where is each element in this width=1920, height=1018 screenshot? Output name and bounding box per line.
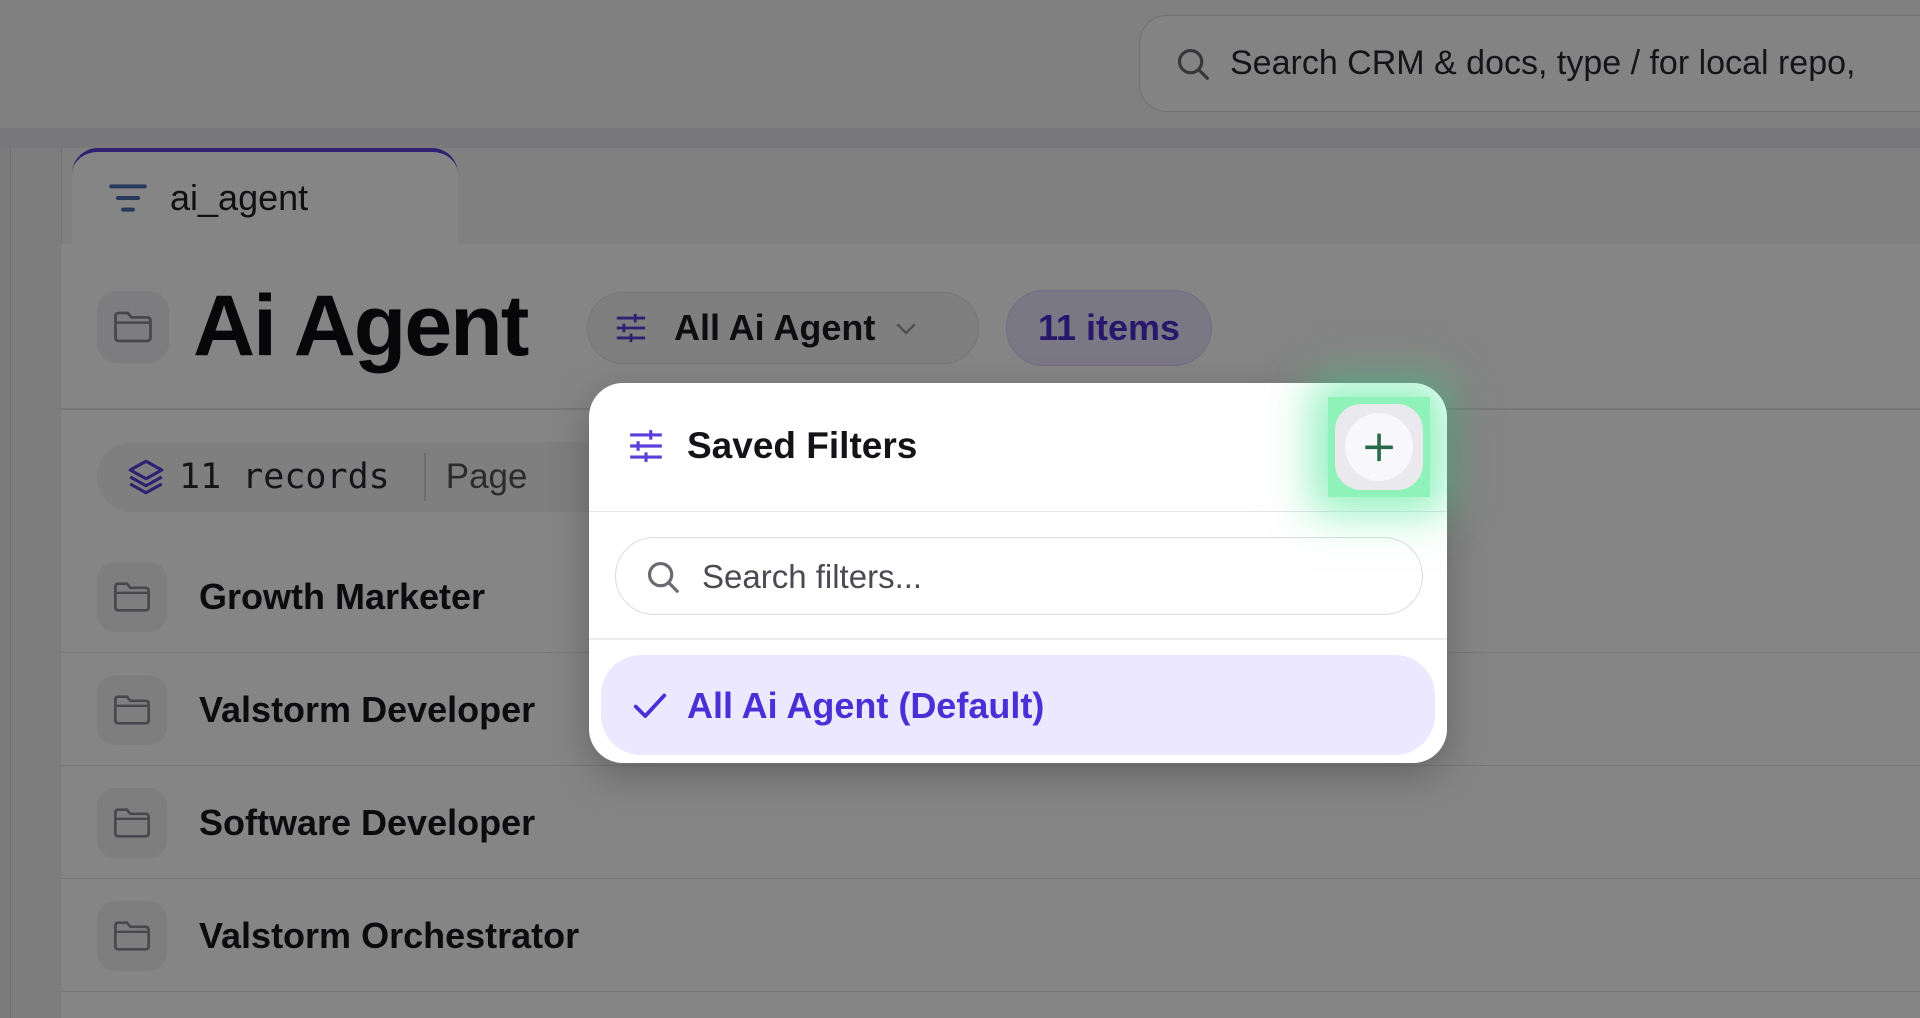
- tab-ai-agent[interactable]: ai_agent: [72, 148, 458, 244]
- page-label[interactable]: Page: [446, 457, 528, 497]
- dropdown-title: Saved Filters: [687, 425, 918, 466]
- chevron-down-icon: [896, 323, 916, 335]
- dropdown-divider: [589, 638, 1447, 640]
- list-item-name: Growth Marketer: [199, 576, 486, 617]
- plus-icon: +: [1345, 413, 1413, 481]
- folder-icon: [97, 788, 167, 858]
- list-item[interactable]: Valstorm Orchestrator: [61, 879, 1920, 992]
- list-item-name: Valstorm Orchestrator: [199, 915, 580, 956]
- tab-label: ai_agent: [170, 177, 309, 218]
- saved-filter-dropdown[interactable]: All Ai Agent: [587, 292, 979, 364]
- folder-icon: [97, 675, 167, 745]
- folder-icon: [97, 562, 167, 632]
- sidebar-gutter: [11, 148, 62, 1018]
- global-search-bar[interactable]: Search CRM & docs, type / for local repo…: [1139, 15, 1920, 112]
- folder-icon: [97, 901, 167, 971]
- filter-option-label: All Ai Agent (Default): [687, 685, 1045, 726]
- filter-option-default[interactable]: All Ai Agent (Default): [601, 655, 1435, 755]
- layers-icon: [128, 459, 164, 495]
- filter-lines-icon: [109, 184, 147, 212]
- saved-filters-dropdown: Saved Filters Search filters... All Ai A…: [589, 383, 1447, 763]
- items-count-badge: 11 items: [1006, 290, 1212, 366]
- check-icon: [633, 693, 667, 718]
- records-bar: 11 records Page: [97, 442, 617, 512]
- search-placeholder: Search filters...: [702, 558, 923, 595]
- top-bar: Search CRM & docs, type / for local repo…: [0, 0, 1920, 128]
- list-item-name: Software Developer: [199, 802, 536, 843]
- list-item[interactable]: Software Developer: [61, 766, 1920, 879]
- search-icon: [1177, 48, 1209, 80]
- search-text: Search CRM & docs, type / for local repo…: [1230, 44, 1856, 82]
- search-icon: [647, 561, 679, 593]
- sliders-icon: [616, 313, 646, 343]
- add-filter-button[interactable]: +: [1335, 404, 1423, 490]
- page-title: Ai Agent: [193, 278, 529, 374]
- sliders-icon: [630, 430, 662, 462]
- folder-icon: [97, 291, 169, 363]
- filter-search-input[interactable]: Search filters...: [615, 537, 1423, 615]
- separator: [423, 453, 426, 501]
- filter-label: All Ai Agent: [674, 307, 876, 348]
- left-rail: [0, 148, 11, 1018]
- dropdown-header: Saved Filters: [589, 383, 1447, 512]
- list-item-name: Valstorm Developer: [199, 689, 536, 730]
- divider-strip: [0, 128, 1920, 148]
- records-count: 11 records: [179, 457, 390, 497]
